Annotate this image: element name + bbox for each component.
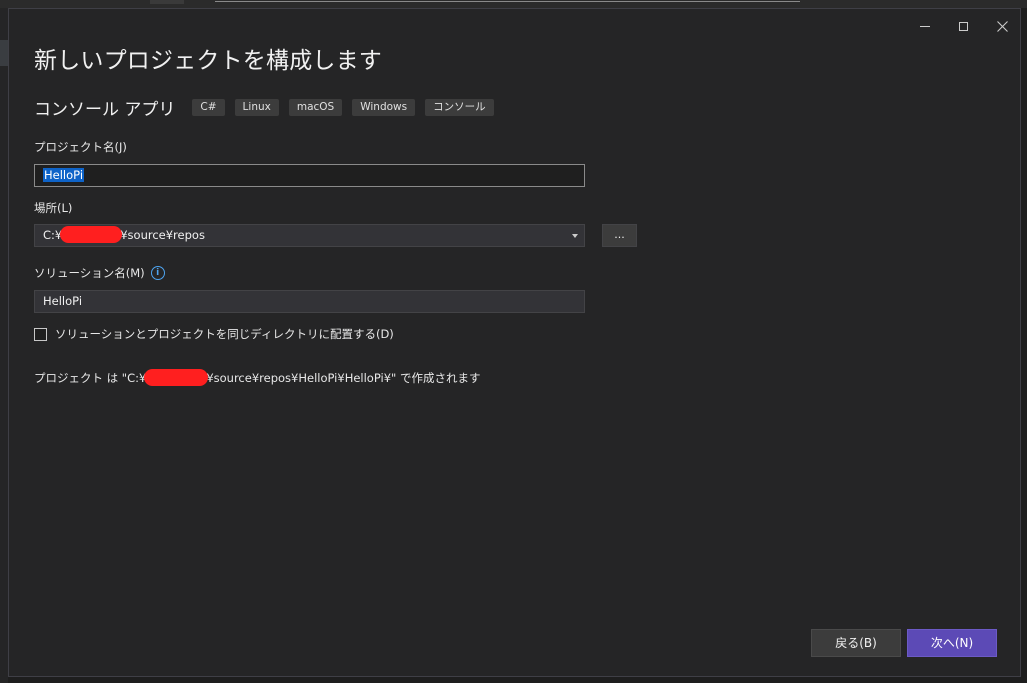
- background-window-strip: [0, 0, 1027, 8]
- location-label-text: 場所(L): [34, 201, 73, 215]
- next-button[interactable]: 次へ(N): [907, 629, 997, 657]
- background-sidebar: [0, 8, 8, 683]
- same-directory-label: ソリューションとプロジェクトを同じディレクトリに配置する(D): [55, 327, 394, 341]
- location-note-suffix: ¥source¥repos¥HelloPi¥HelloPi¥" で作成されます: [206, 371, 481, 385]
- tag-platform-macos: macOS: [288, 99, 343, 116]
- project-name-label-text: プロジェクト名(J): [34, 140, 127, 154]
- redaction-mark: [144, 369, 209, 386]
- project-name-label: プロジェクト名(J): [34, 139, 127, 155]
- template-summary: コンソール アプリ C# Linux macOS Windows コンソール: [34, 95, 504, 120]
- solution-name-label-text: ソリューション名(M): [34, 266, 145, 280]
- project-name-value: HelloPi: [43, 168, 85, 182]
- close-icon: [996, 20, 1008, 32]
- solution-name-label: ソリューション名(M) i: [34, 265, 165, 281]
- tag-platform-windows: Windows: [352, 99, 416, 116]
- location-note-prefix: プロジェクト は "C:¥: [34, 371, 147, 385]
- solution-name-input[interactable]: HelloPi: [34, 290, 585, 313]
- tag-language: C#: [192, 99, 225, 116]
- back-button[interactable]: 戻る(B): [811, 629, 901, 657]
- background-sidebar-item: [0, 40, 8, 66]
- configure-project-dialog: 新しいプロジェクトを構成します コンソール アプリ C# Linux macOS…: [8, 8, 1021, 677]
- project-location-note: プロジェクト は "C:¥ ¥source¥repos¥HelloPi¥Hello…: [34, 369, 481, 387]
- info-icon[interactable]: i: [150, 266, 165, 280]
- template-name: コンソール アプリ: [34, 100, 176, 120]
- project-name-input[interactable]: HelloPi: [34, 164, 585, 187]
- same-directory-option[interactable]: ソリューションとプロジェクトを同じディレクトリに配置する(D): [34, 326, 394, 342]
- location-label: 場所(L): [34, 200, 72, 216]
- tag-platform-linux: Linux: [234, 99, 279, 116]
- background-divider: [215, 1, 800, 2]
- minimize-icon: [920, 25, 930, 27]
- tag-project-type: コンソール: [425, 99, 494, 116]
- chevron-down-icon[interactable]: [572, 234, 578, 238]
- page-title: 新しいプロジェクトを構成します: [34, 48, 382, 74]
- solution-name-value: HelloPi: [43, 294, 83, 308]
- redaction-mark: [60, 226, 123, 243]
- location-value-suffix: ¥source¥repos: [120, 228, 205, 242]
- close-button[interactable]: [982, 13, 1022, 39]
- maximize-icon: [958, 21, 968, 31]
- browse-button[interactable]: ...: [602, 224, 637, 247]
- maximize-button[interactable]: [943, 13, 983, 39]
- same-directory-checkbox[interactable]: [34, 327, 47, 341]
- background-tab: [150, 0, 184, 4]
- minimize-button[interactable]: [905, 13, 945, 39]
- location-combobox[interactable]: C:¥ ¥source¥repos: [34, 224, 585, 247]
